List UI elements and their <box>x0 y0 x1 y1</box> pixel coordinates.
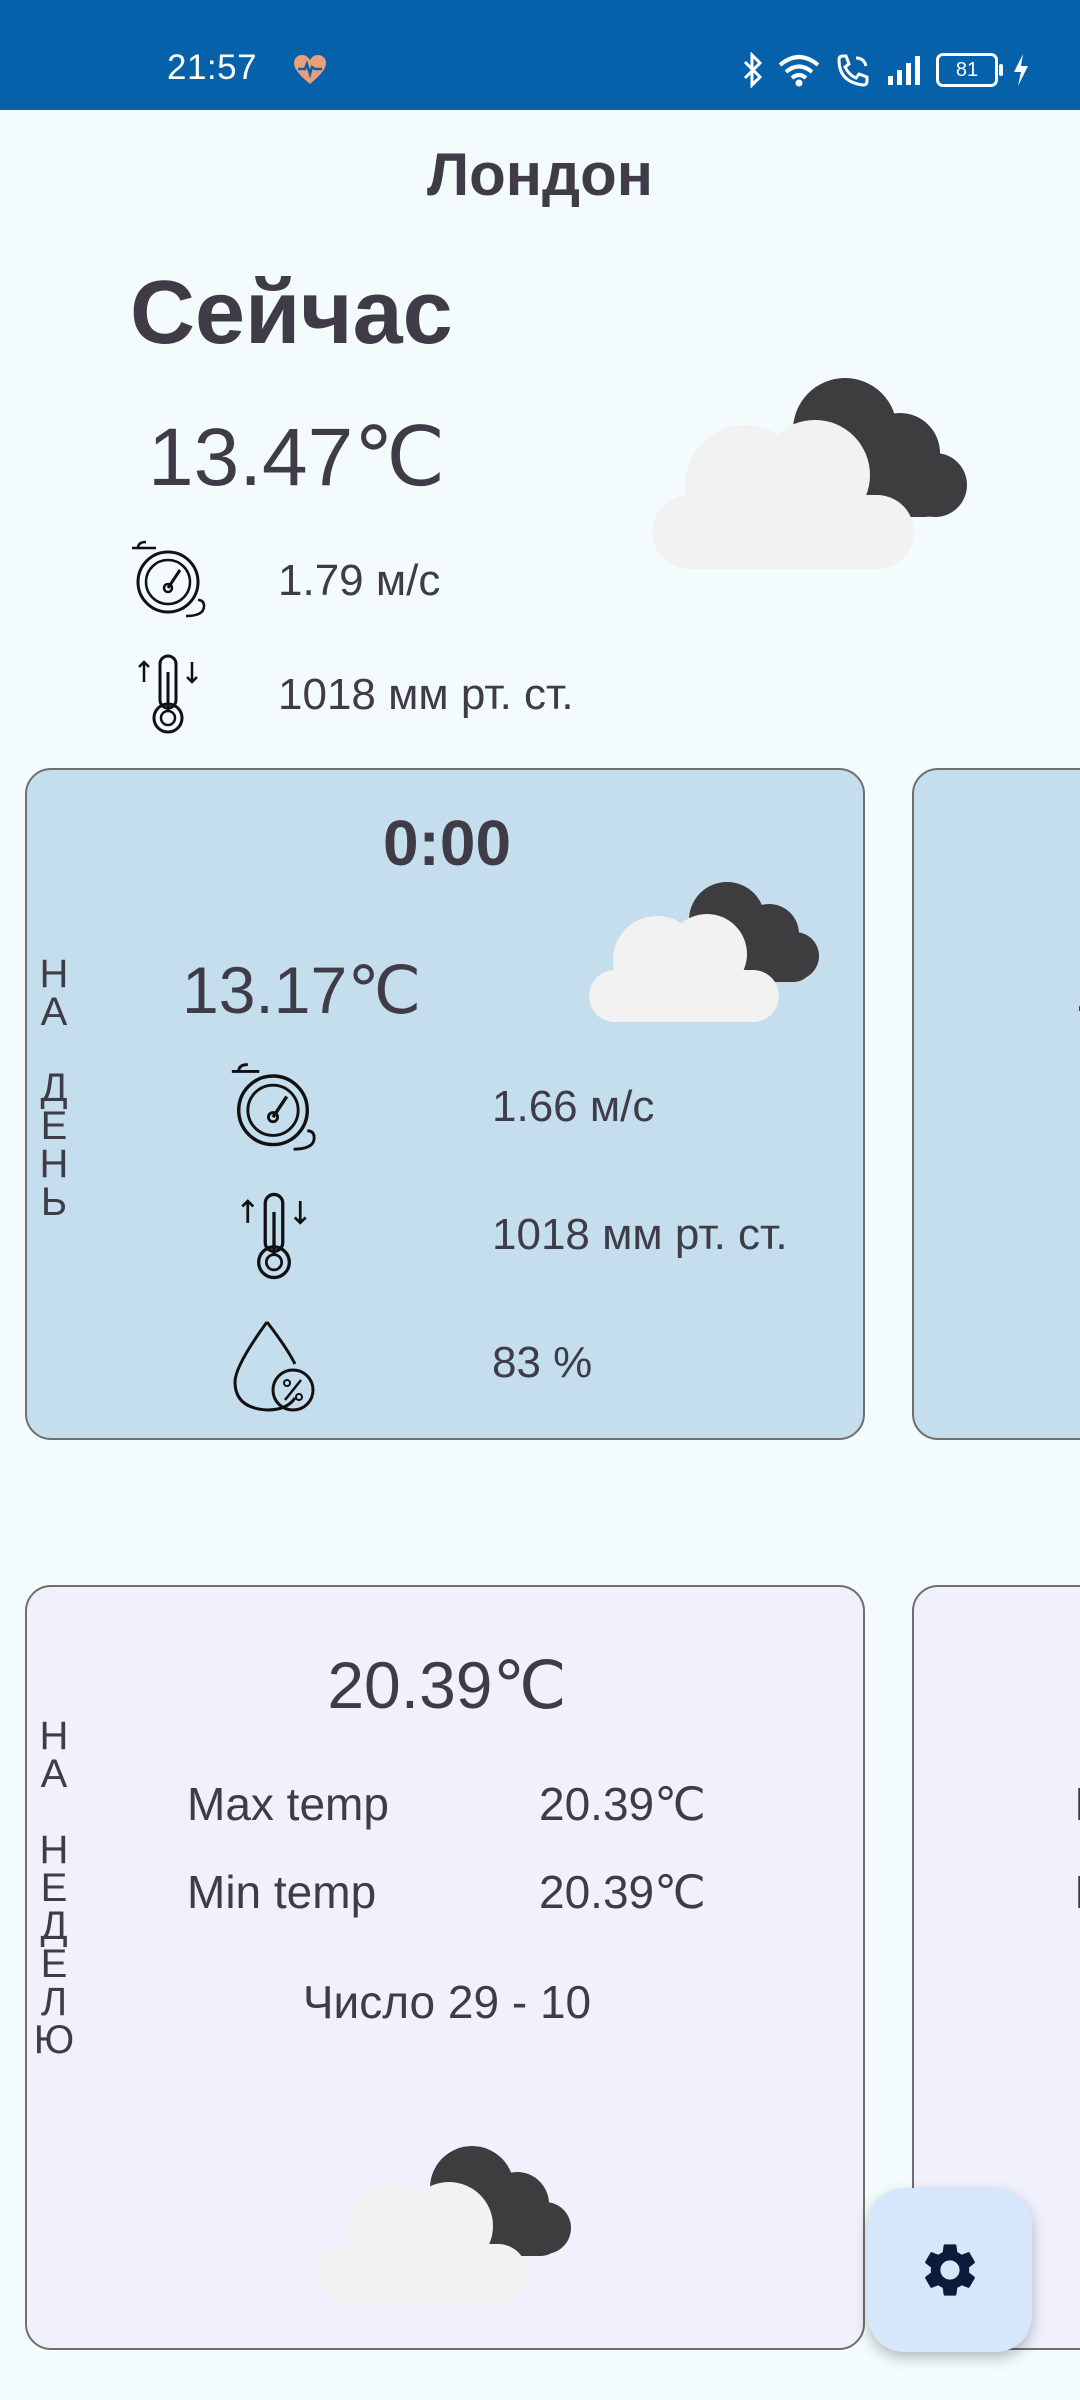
city-title: Лондон <box>427 141 653 208</box>
day-forecast-humidity: 83 % <box>492 1338 593 1387</box>
week-forecast-date: Число 29 - 10 <box>302 1976 592 2028</box>
battery-icon: 81 <box>936 53 1003 87</box>
week-forecast-temperature: 20.39℃ <box>327 1648 567 1722</box>
day-forecast-card-next[interactable]: 1 <box>912 768 1080 1440</box>
max-temp-label: Max temp <box>187 1778 389 1830</box>
week-forecast-card[interactable]: Н А Н Е Д Е Л Ю 20.39℃ Max temp 20.39℃ M… <box>25 1585 865 2350</box>
wind-speed-gauge-icon <box>132 540 206 618</box>
gear-icon <box>925 2244 975 2296</box>
settings-button[interactable] <box>868 2188 1032 2352</box>
cloud-icon <box>589 882 819 1022</box>
day-forecast-card[interactable]: Н А Д Е Н Ь 0:00 13.17℃ 1.66 м/с 1018 мм… <box>25 768 865 1440</box>
max-temp-value: 20.39℃ <box>539 1778 706 1830</box>
week-next-peek-text-1: I <box>1074 1777 1080 1831</box>
min-temp-value: 20.39℃ <box>539 1866 706 1918</box>
signal-icon <box>888 56 920 85</box>
day-vertical-label: Н А Д Е Н Ь <box>39 952 69 1224</box>
min-temp-label: Min temp <box>187 1866 377 1918</box>
pressure-thermometer-icon <box>241 1192 307 1280</box>
now-temperature: 13.47℃ <box>148 412 446 503</box>
cloud-icon <box>319 2146 571 2302</box>
wind-speed-gauge-icon <box>231 1063 316 1151</box>
heart-pulse-icon <box>294 55 326 84</box>
day-next-peek-text: 1 <box>1074 950 1080 1026</box>
week-next-peek-text-2: I <box>1074 1865 1080 1919</box>
pressure-thermometer-icon <box>138 654 198 734</box>
charging-icon <box>1014 54 1028 86</box>
now-pressure: 1018 мм рт. ст. <box>278 670 574 719</box>
status-icons: 81 <box>742 50 1030 90</box>
status-bar: 21:57 81 <box>0 0 1080 110</box>
day-forecast-time: 0:00 <box>382 807 512 879</box>
wifi-calling-icon <box>837 54 869 87</box>
day-forecast-temperature: 13.17℃ <box>182 953 422 1027</box>
bluetooth-icon <box>743 52 763 88</box>
day-forecast-pressure: 1018 мм рт. ст. <box>492 1210 788 1259</box>
wifi-icon <box>778 55 820 87</box>
humidity-drop-icon <box>233 1321 315 1412</box>
cloud-icon <box>652 378 967 569</box>
status-time: 21:57 <box>167 48 258 87</box>
now-title: Сейчас <box>130 263 453 363</box>
day-forecast-wind: 1.66 м/с <box>492 1082 655 1131</box>
now-wind-speed: 1.79 м/с <box>278 556 441 605</box>
